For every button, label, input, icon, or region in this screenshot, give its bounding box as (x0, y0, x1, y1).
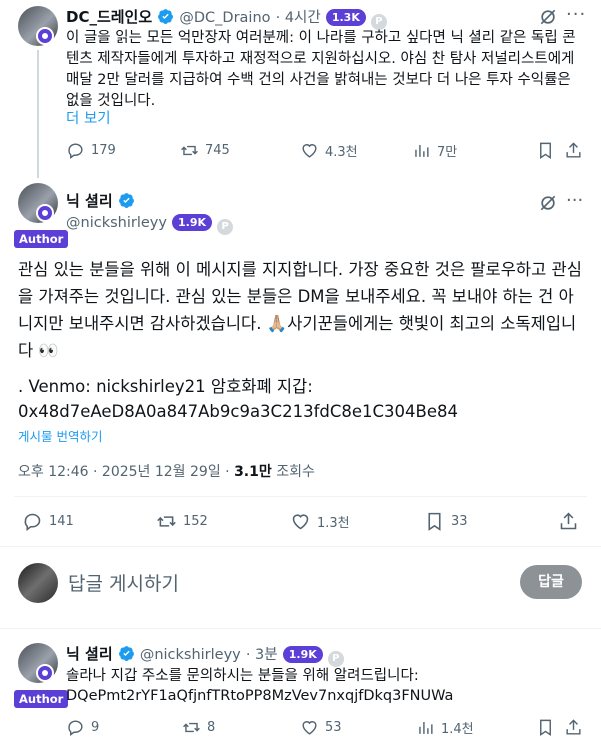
post-header: 닉 셜리 (66, 190, 135, 211)
reply-icon (68, 720, 83, 737)
repost-count: 745 (205, 143, 230, 158)
reply-count: 179 (91, 143, 116, 158)
reply-icon (68, 143, 83, 160)
repost-button[interactable]: 8 (182, 718, 215, 737)
reply-count: 141 (49, 514, 74, 529)
reply-button[interactable]: 141 (22, 511, 74, 532)
repost-icon (183, 722, 200, 733)
reply-icon (24, 513, 41, 531)
post-time[interactable]: · 4시간 (276, 10, 321, 26)
handle-row: @nickshirleyy 1.9K P (66, 212, 234, 235)
reply-input[interactable]: 답글 게시하기 (68, 569, 179, 596)
affiliate-badge-icon (36, 27, 54, 45)
verified-icon (118, 646, 134, 661)
author-name[interactable]: 닉 셜리 (66, 192, 113, 210)
reply-count: 9 (91, 720, 100, 735)
reply-button[interactable]: 179 (66, 141, 116, 160)
author-name[interactable]: 닉 셜리 (66, 645, 113, 663)
follower-count-badge: 1.9K (172, 214, 213, 231)
divider (0, 546, 601, 547)
author-tag: Author (14, 690, 69, 708)
affiliate-badge-icon (36, 204, 54, 222)
author-tag: Author (14, 230, 69, 248)
like-count: 1.3천 (317, 516, 350, 531)
action-bar: 9 8 53 1.4천 (66, 718, 586, 738)
post-body: 솔라나 지갑 주소를 문의하시는 분들을 위해 알려드립니다: (66, 668, 419, 684)
divider (0, 628, 601, 629)
like-button[interactable]: 53 (300, 718, 342, 737)
thread-line (37, 50, 39, 178)
post-body-wallet: 0x48d7eAeD8A0a847Ab9c9a3C213fdC8e1C304Be… (18, 402, 459, 421)
author-name[interactable]: DC_드레인오 (66, 8, 152, 26)
post-body: 관심 있는 분들을 위해 이 메시지를 지지합니다. 가장 중요한 것은 팔로우… (18, 260, 582, 360)
author-handle[interactable]: @nickshirleyy (140, 647, 241, 663)
like-count: 4.3천 (325, 145, 358, 160)
action-bar: 141 152 1.3천 33 (22, 511, 582, 533)
post-body-wallet: DQePmt2rYF1aQfjnfTRtoPP8MzVev7nxqjfDkq3F… (66, 688, 454, 704)
view-count: 1.4천 (441, 722, 474, 737)
like-button[interactable]: 1.3천 (290, 511, 350, 532)
verified-icon (118, 193, 134, 208)
post-header: DC_드레인오 @DC_Draino · 4시간 1.3K P (66, 6, 387, 30)
repost-count: 152 (183, 514, 208, 529)
bookmark-icon (428, 512, 441, 531)
post-body: 이 글을 읽는 모든 억만장자 여러분께: 이 나라를 구하고 싶다면 닉 셜리… (66, 30, 576, 109)
views-icon (415, 144, 429, 157)
reply-button[interactable]: 9 (66, 718, 99, 737)
share-icon (566, 142, 581, 158)
follower-count-badge: 1.3K (325, 9, 366, 26)
bookmark-button[interactable] (536, 141, 555, 160)
author-handle[interactable]: @DC_Draino (179, 10, 270, 26)
view-count: 7만 (437, 145, 458, 160)
heart-icon (302, 721, 317, 735)
repost-button[interactable]: 745 (180, 141, 230, 160)
bookmark-icon (540, 719, 551, 736)
bookmark-count: 33 (451, 514, 468, 529)
views-icon (419, 721, 433, 734)
divider (14, 496, 587, 497)
view-label: 조회수 (271, 464, 315, 480)
verified-icon (158, 9, 174, 24)
share-button[interactable] (564, 141, 583, 160)
bookmark-button[interactable]: 33 (424, 511, 468, 532)
action-bar: 179 745 4.3천 7만 (66, 141, 586, 161)
post-time[interactable]: · 3분 (246, 647, 278, 663)
like-count: 53 (325, 720, 342, 735)
share-button[interactable] (558, 511, 579, 532)
post-timestamp[interactable]: 오후 12:46 · 2025년 12월 29일 · (18, 464, 234, 480)
like-button[interactable]: 4.3천 (300, 141, 358, 160)
post-header: 닉 셜리 @nickshirleyy · 3분 1.9K P (66, 643, 344, 667)
share-button[interactable] (564, 718, 583, 737)
more-options-icon[interactable]: ··· (566, 4, 586, 25)
repost-count: 8 (207, 720, 216, 735)
grok-icon[interactable] (538, 193, 558, 217)
views-button[interactable]: 1.4천 (416, 718, 474, 737)
show-more-link[interactable]: 더 보기 (66, 107, 111, 128)
repost-icon (157, 516, 176, 527)
post-body-venmo: . Venmo: nickshirley21 암호화폐 지갑: (18, 377, 313, 396)
current-user-avatar[interactable] (18, 563, 58, 603)
affiliate-badge-icon (36, 664, 54, 682)
repost-icon (181, 145, 198, 156)
author-handle[interactable]: @nickshirleyy (66, 215, 167, 231)
bookmark-button[interactable] (536, 718, 555, 737)
views-button[interactable]: 7만 (412, 141, 457, 160)
post-meta: 오후 12:46 · 2025년 12월 29일 · 3.1만 조회수 (18, 461, 315, 481)
heart-icon (302, 144, 317, 158)
reply-submit-button[interactable]: 답글 (520, 565, 582, 599)
share-icon (566, 719, 581, 735)
flag-icon: P (217, 219, 234, 235)
follower-count-badge: 1.9K (282, 646, 323, 663)
view-count: 3.1만 (234, 464, 272, 480)
repost-button[interactable]: 152 (156, 511, 208, 532)
bookmark-icon (540, 142, 551, 159)
more-options-icon[interactable]: ··· (566, 190, 583, 211)
translate-link[interactable]: 게시물 번역하기 (18, 426, 102, 445)
heart-icon (292, 514, 309, 530)
flag-icon: P (327, 651, 344, 667)
share-icon (560, 512, 577, 530)
